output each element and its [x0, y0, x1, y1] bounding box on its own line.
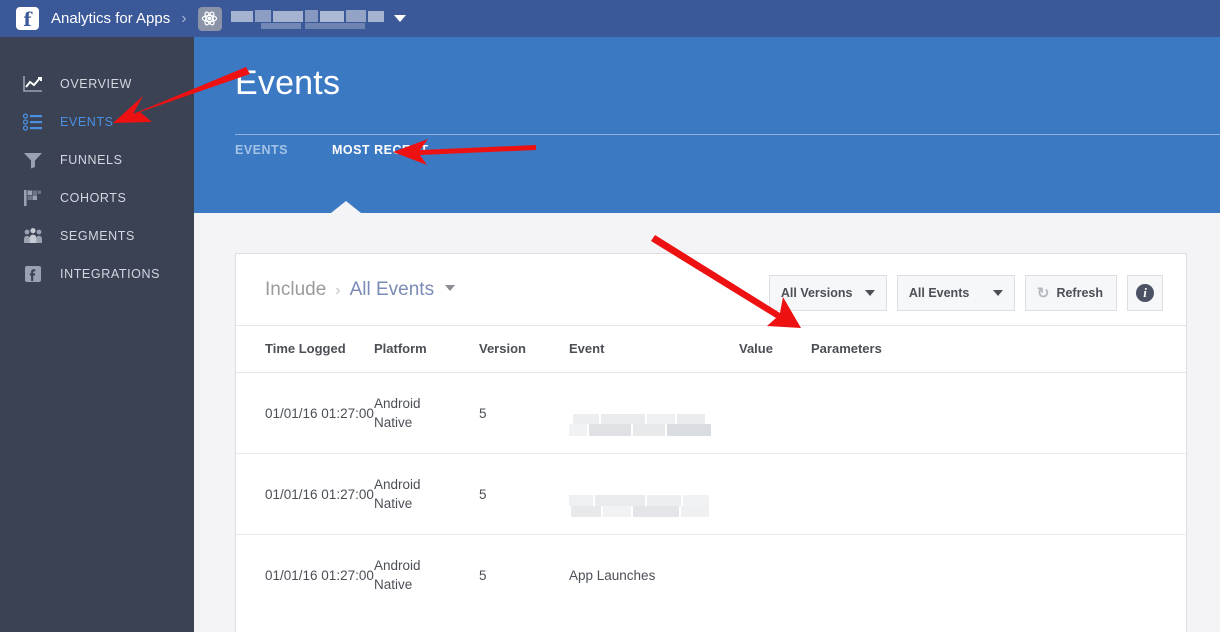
column-header-version[interactable]: Version — [479, 325, 569, 373]
chevron-down-icon — [992, 290, 1003, 296]
settings-atom-icon[interactable] — [197, 6, 222, 31]
chevron-down-icon — [864, 290, 875, 296]
facebook-logo-letter: f — [23, 9, 32, 31]
page-header-banner: Events EVENTS MOST RECENT — [194, 37, 1220, 213]
cell-value — [739, 535, 811, 616]
table-row[interactable]: 01/01/16 01:27:00 Android Native 5 App L… — [236, 535, 1186, 616]
header-divider — [235, 134, 1220, 135]
chevron-right-icon: › — [335, 281, 341, 299]
cell-version: 5 — [479, 453, 569, 535]
cell-value — [739, 372, 811, 454]
events-panel: Include › All Events All Versions All Ev… — [235, 253, 1187, 632]
include-value[interactable]: All Events — [350, 279, 434, 301]
column-header-platform[interactable]: Platform — [374, 325, 479, 373]
tab-events[interactable]: EVENTS — [235, 143, 288, 157]
sidebar-item-cohorts[interactable]: COHORTS — [0, 179, 194, 217]
column-header-event[interactable]: Event — [569, 325, 739, 373]
sidebar-item-events[interactable]: EVENTS — [0, 103, 194, 141]
cell-value — [739, 453, 811, 535]
sidebar-item-label: OVERVIEW — [60, 77, 132, 91]
cell-version: 5 — [479, 372, 569, 454]
top-navigation-bar: f Analytics for Apps › — [0, 0, 1220, 37]
cell-event-redacted — [569, 372, 739, 454]
include-filter[interactable]: Include › All Events — [265, 278, 456, 301]
cell-version: 5 — [479, 567, 487, 583]
flag-icon — [22, 188, 44, 208]
column-header-time-logged[interactable]: Time Logged — [236, 325, 374, 373]
cell-parameters — [811, 372, 1186, 454]
chevron-down-icon[interactable] — [445, 284, 456, 291]
brand-title[interactable]: Analytics for Apps — [51, 10, 170, 27]
cell-time-logged: 01/01/16 01:27:00 — [236, 372, 374, 454]
column-header-value[interactable]: Value — [739, 325, 811, 373]
cell-platform: Android Native — [374, 372, 479, 454]
sidebar-item-integrations[interactable]: INTEGRATIONS — [0, 255, 194, 293]
table-header-row: Time Logged Platform Version Event Value… — [236, 325, 1186, 373]
platform-line-1: Android — [374, 477, 421, 492]
events-filter-dropdown[interactable]: All Events — [896, 275, 1015, 311]
platform-line-1: Android — [374, 396, 421, 411]
sidebar-item-funnels[interactable]: FUNNELS — [0, 141, 194, 179]
cell-time-logged: 01/01/16 01:27:00 — [265, 567, 374, 583]
platform-line-2: Native — [374, 415, 413, 430]
versions-filter-dropdown[interactable]: All Versions — [768, 275, 887, 311]
info-button[interactable]: i — [1127, 275, 1163, 311]
page-title: Events — [235, 64, 341, 102]
column-header-parameters[interactable]: Parameters — [811, 325, 1186, 373]
events-table: Time Logged Platform Version Event Value… — [236, 325, 1186, 615]
line-chart-icon — [22, 74, 44, 94]
table-row[interactable]: 01/01/16 01:27:00 Android Native 5 — [236, 453, 1186, 535]
sidebar-item-label: SEGMENTS — [60, 229, 135, 243]
sidebar-item-label: FUNNELS — [60, 153, 123, 167]
sidebar-item-overview[interactable]: OVERVIEW — [0, 65, 194, 103]
sidebar-item-segments[interactable]: SEGMENTS — [0, 217, 194, 255]
header-pointer-triangle — [331, 201, 361, 213]
include-label: Include — [265, 278, 327, 300]
cell-event: App Launches — [569, 567, 656, 583]
list-icon — [22, 112, 44, 132]
sidebar-item-label: COHORTS — [60, 191, 127, 205]
breadcrumb-separator-icon: › — [181, 9, 187, 27]
sidebar-item-label: INTEGRATIONS — [60, 267, 161, 281]
events-filter-label: All Events — [908, 286, 970, 300]
sidebar-navigation: OVERVIEW EVENTS FUNNELS COHORTS SEGMENTS… — [0, 37, 194, 632]
chevron-down-icon[interactable] — [393, 15, 406, 22]
refresh-button[interactable]: ↻ Refresh — [1024, 275, 1117, 311]
cell-parameters — [811, 453, 1186, 535]
refresh-icon: ↻ — [1036, 284, 1050, 302]
platform-line-1: Android — [374, 558, 421, 573]
platform-line-2: Native — [374, 577, 413, 592]
panel-toolbar: Include › All Events All Versions All Ev… — [236, 254, 1186, 325]
cell-platform: Android Native — [374, 453, 479, 535]
platform-line-2: Native — [374, 496, 413, 511]
facebook-logo-icon[interactable]: f — [16, 7, 39, 30]
page-tabs: EVENTS MOST RECENT — [235, 143, 473, 157]
cell-event-redacted — [569, 453, 739, 535]
analytics-app-window: f Analytics for Apps › OVERVIEW EVENTS F… — [0, 0, 1220, 632]
table-row[interactable]: 01/01/16 01:27:00 Android Native 5 — [236, 372, 1186, 454]
info-icon: i — [1136, 284, 1154, 302]
app-name-redacted[interactable] — [230, 8, 386, 30]
sidebar-item-label: EVENTS — [60, 115, 114, 129]
refresh-label: Refresh — [1056, 286, 1103, 300]
versions-filter-label: All Versions — [780, 286, 853, 300]
cell-platform: Android Native — [374, 535, 479, 616]
toolbar-controls: All Versions All Events ↻ Refresh i — [759, 275, 1163, 311]
cell-time-logged: 01/01/16 01:27:00 — [236, 453, 374, 535]
tab-most-recent[interactable]: MOST RECENT — [332, 143, 428, 157]
facebook-icon — [22, 264, 44, 284]
cell-parameters — [811, 535, 1186, 616]
people-icon — [22, 226, 44, 246]
funnel-icon — [22, 150, 44, 170]
